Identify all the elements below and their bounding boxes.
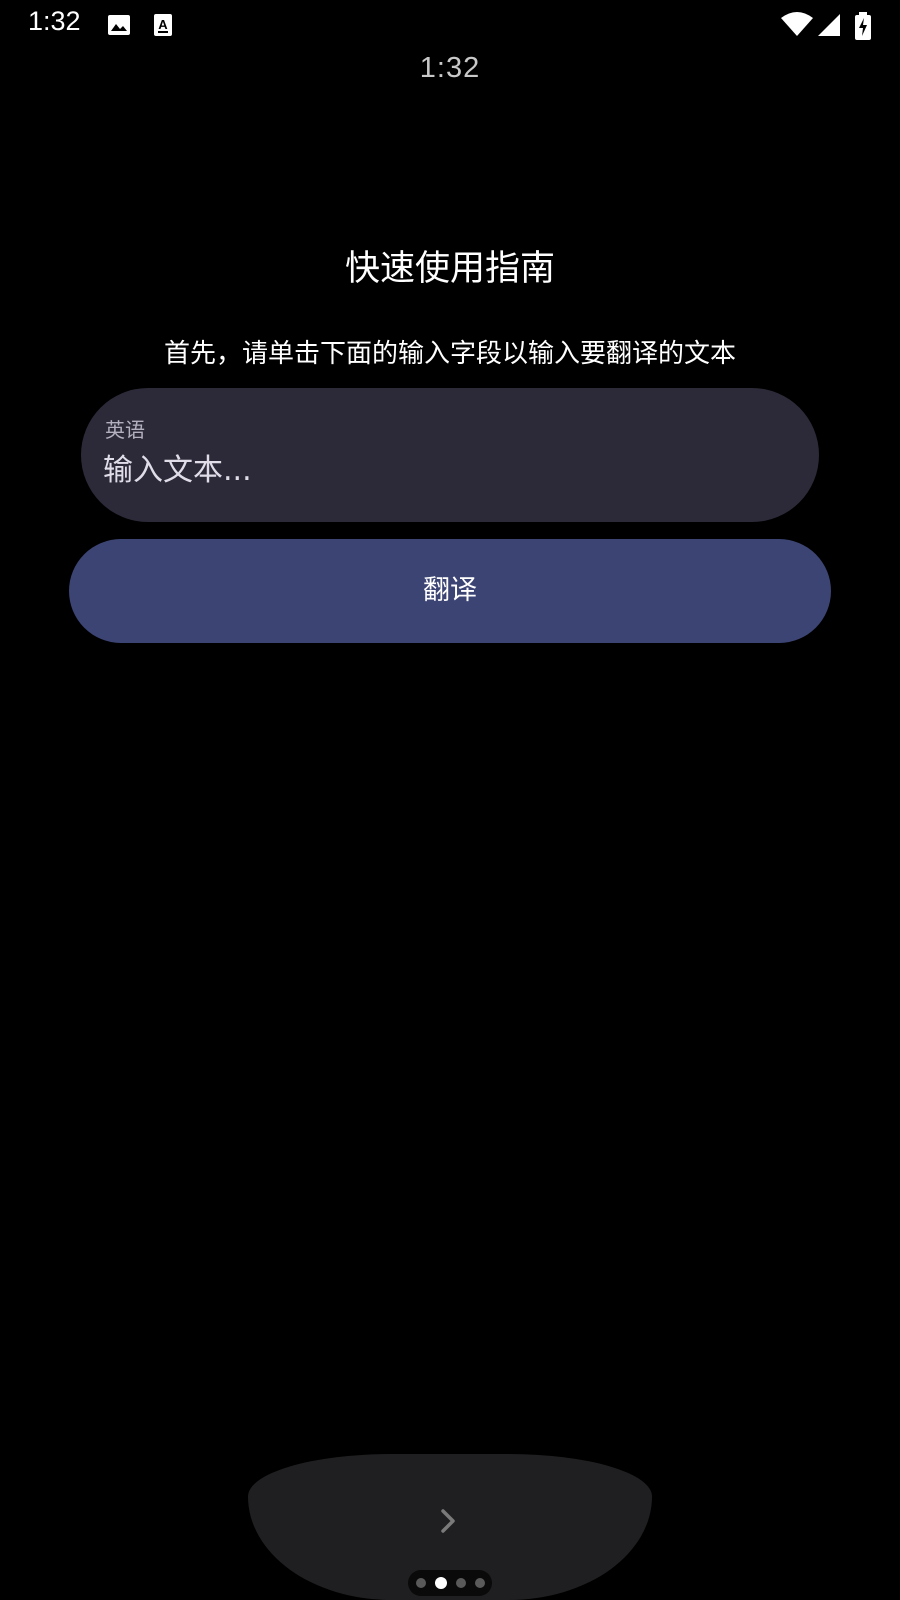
source-language-label: 英语: [105, 418, 145, 442]
text-input-container[interactable]: 英语: [81, 388, 819, 522]
instruction-text: 首先，请单击下面的输入字段以输入要翻译的文本: [163, 339, 736, 369]
status-bar: 1:32 A: [0, 0, 900, 50]
image-icon: [106, 12, 132, 38]
wifi-icon: [780, 12, 814, 38]
page-dot: [475, 1578, 485, 1588]
page-indicator: [408, 1570, 492, 1596]
chevron-right-icon: [441, 1509, 455, 1533]
page-dot: [416, 1578, 426, 1588]
translate-button[interactable]: 翻译: [69, 539, 831, 643]
page-title: 快速使用指南: [344, 249, 555, 289]
battery-charging-icon: [854, 12, 872, 40]
svg-text:A: A: [158, 17, 168, 32]
page-dot-active: [435, 1577, 447, 1589]
page-dot: [456, 1578, 466, 1588]
clock-time: 1:32: [419, 52, 481, 84]
status-time: 1:32: [28, 6, 81, 36]
text-a-icon: A: [150, 12, 176, 38]
signal-icon: [816, 12, 842, 38]
text-input[interactable]: [103, 448, 763, 492]
